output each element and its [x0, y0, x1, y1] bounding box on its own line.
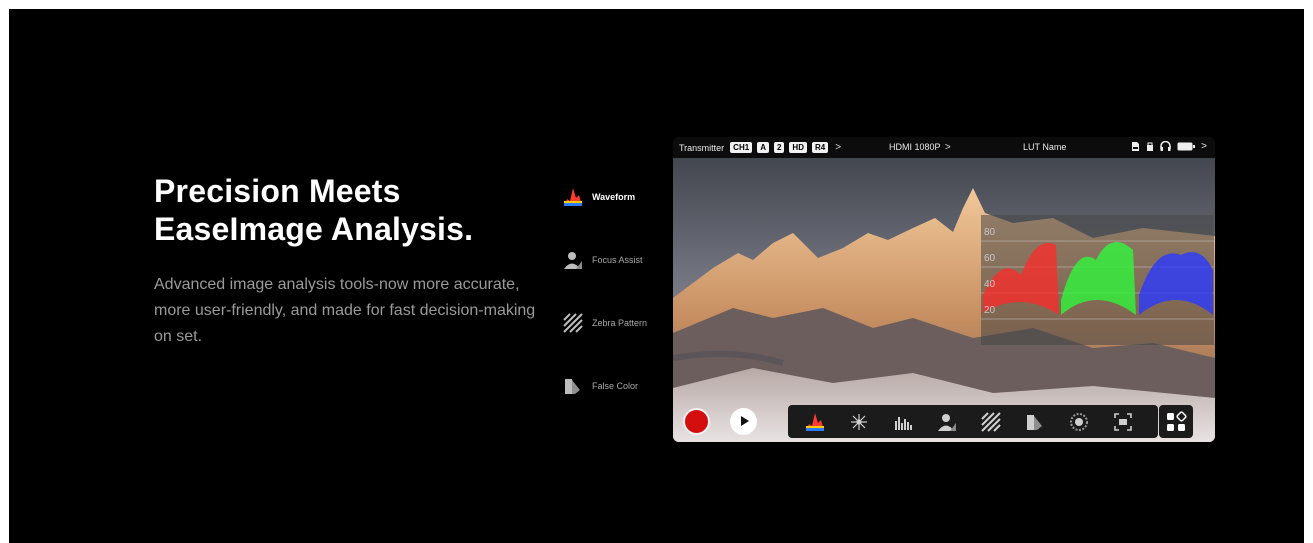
chevron-right-icon[interactable]: >	[1201, 141, 1207, 152]
title-line-2: EaseImage Analysis.	[154, 211, 474, 247]
scale-label: 80	[984, 227, 996, 238]
focus-assist-icon	[938, 414, 956, 431]
color-wheel-tool-button[interactable]	[1068, 411, 1090, 433]
waveform-tool-button[interactable]	[804, 411, 826, 433]
r4-badge[interactable]: R4	[811, 142, 829, 153]
apps-icon	[1167, 411, 1187, 431]
frame-guide-tool-button[interactable]	[1112, 411, 1134, 433]
input-source[interactable]: HDMI 1080P >	[889, 142, 957, 153]
waveform-icon	[564, 188, 582, 206]
apps-button[interactable]	[1159, 405, 1193, 438]
feature-label: Waveform	[592, 192, 636, 202]
feature-label: False Color	[592, 381, 639, 391]
chevron-right-icon: >	[944, 142, 951, 153]
title-line-1: Precision Meets	[154, 173, 401, 209]
focus-assist-icon	[564, 252, 582, 269]
vectorscope-icon	[851, 414, 867, 430]
histogram-tool-button[interactable]	[892, 411, 914, 433]
waveform-overlay: 80 60 40 20	[981, 215, 1214, 345]
input-label: HDMI 1080P	[889, 142, 941, 152]
analysis-toolbar	[788, 405, 1158, 438]
status-icons: >	[1131, 141, 1207, 152]
number-badge[interactable]: 2	[773, 142, 785, 153]
frame-guide-icon	[1114, 413, 1132, 431]
monitor-preview: 80 60 40 20 Transmitter CH1 A 2 HD R4 > …	[673, 137, 1215, 442]
page-title: Precision Meets EaseImage Analysis.	[154, 172, 473, 248]
feature-item-waveform[interactable]: Waveform	[562, 186, 635, 208]
scale-label: 40	[984, 279, 996, 290]
sd-card-icon	[1132, 142, 1140, 151]
feature-item-false-color[interactable]: False Color	[562, 375, 638, 397]
waveform-icon	[806, 413, 824, 431]
lut-name[interactable]: LUT Name	[1023, 142, 1066, 152]
status-bar: Transmitter CH1 A 2 HD R4 > HDMI 1080P >…	[673, 137, 1215, 158]
hero-section: Precision Meets EaseImage Analysis. Adva…	[9, 9, 1304, 543]
lock-icon	[1147, 142, 1154, 151]
play-button[interactable]	[730, 408, 757, 435]
hd-badge[interactable]: HD	[789, 142, 807, 153]
focus-assist-tool-button[interactable]	[936, 411, 958, 433]
chevron-right-icon[interactable]: >	[835, 142, 841, 153]
feature-label: Zebra Pattern	[592, 318, 648, 328]
false-color-icon	[565, 379, 580, 394]
zebra-pattern-icon	[563, 313, 583, 333]
battery-icon	[1177, 142, 1196, 151]
mode-badge[interactable]: A	[757, 142, 769, 153]
histogram-icon	[895, 417, 912, 430]
hero-description: Advanced image analysis tools-now more a…	[154, 276, 536, 345]
vectorscope-tool-button[interactable]	[848, 411, 870, 433]
channel-badge[interactable]: CH1	[730, 142, 753, 153]
zebra-tool-button[interactable]	[980, 411, 1002, 433]
scale-label: 60	[984, 253, 996, 264]
zebra-icon	[981, 412, 1001, 432]
false-color-icon	[1027, 415, 1042, 430]
record-button[interactable]	[683, 408, 710, 435]
false-color-tool-button[interactable]	[1024, 411, 1046, 433]
feature-item-zebra-pattern[interactable]: Zebra Pattern	[562, 312, 647, 334]
transmitter-label: Transmitter	[679, 142, 725, 153]
feature-item-focus-assist[interactable]: Focus Assist	[562, 249, 643, 271]
scale-label: 20	[984, 305, 996, 316]
feature-label: Focus Assist	[592, 255, 643, 265]
headphones-icon	[1160, 141, 1171, 151]
color-wheel-icon	[1070, 413, 1088, 431]
